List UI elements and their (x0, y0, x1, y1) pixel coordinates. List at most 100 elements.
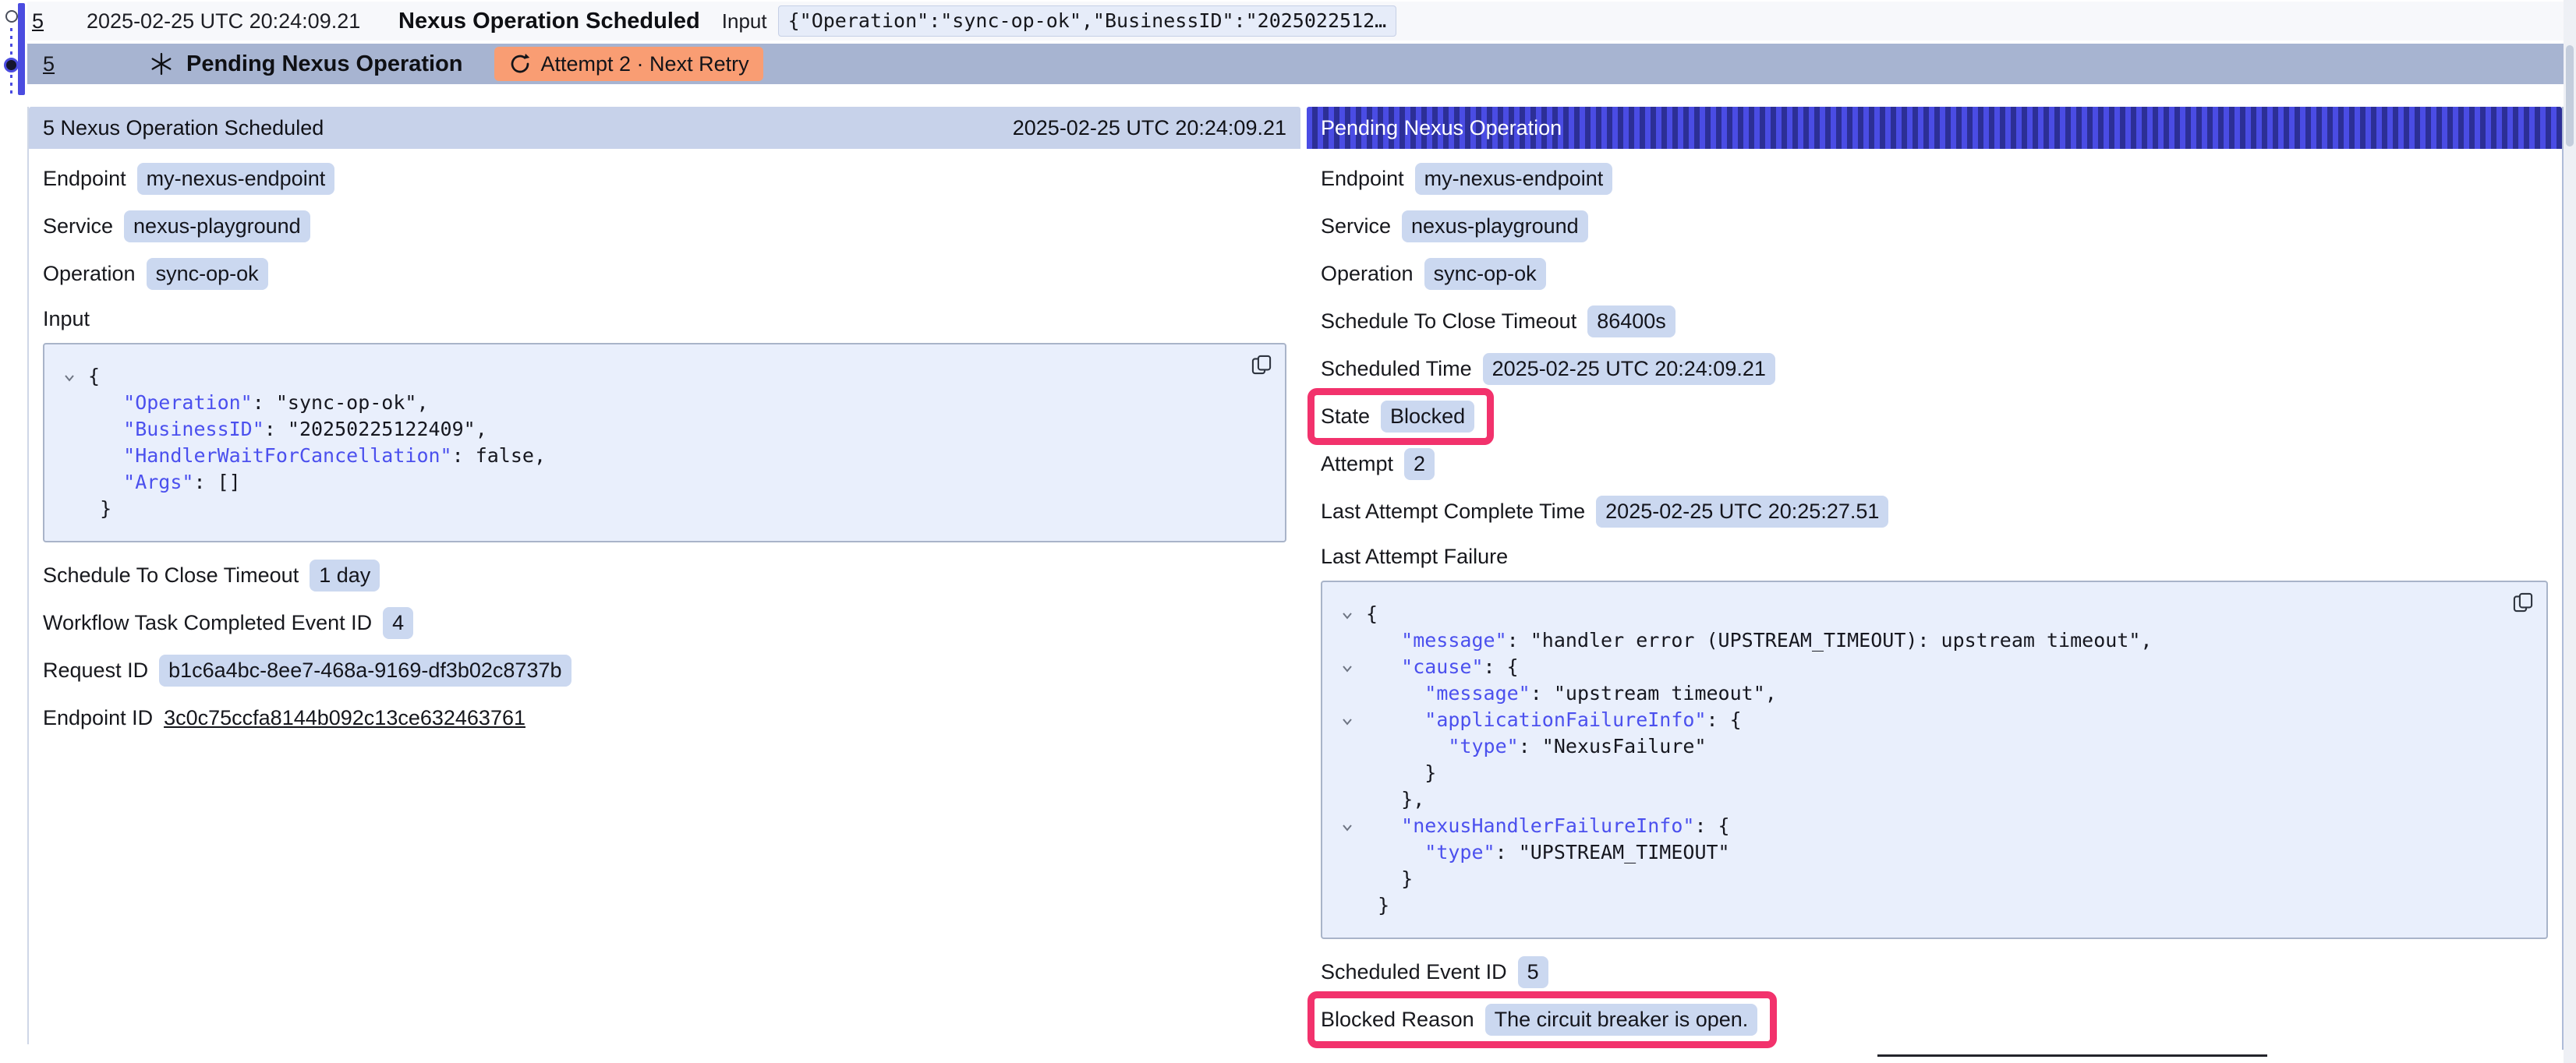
code-text: "Operation": "sync-op-ok", (88, 390, 429, 416)
field-row-workflow-task-completed-event-id: Workflow Task Completed Event ID4 (43, 607, 1286, 639)
code-line: "message": "upstream timeout", (1339, 680, 2529, 707)
timeline-node-circle-icon (5, 10, 18, 23)
code-line: "HandlerWaitForCancellation": false, (62, 443, 1268, 469)
code-text: "HandlerWaitForCancellation": false, (88, 443, 546, 469)
event-id-link[interactable]: 5 (32, 9, 66, 34)
field-content: Endpoint my-nexus-endpoint (1321, 163, 1612, 195)
field-value-chip: my-nexus-endpoint (1415, 163, 1613, 195)
code-gutter (1339, 760, 1366, 786)
code-line: "type": "NexusFailure" (1339, 733, 2529, 760)
copy-icon[interactable] (1251, 354, 1272, 376)
collapse-chevron-icon[interactable] (1339, 707, 1366, 733)
code-line: { (62, 363, 1268, 390)
input-label: Input (722, 9, 767, 34)
field-row-service: Servicenexus-playground (43, 210, 1286, 242)
field-content: Operationsync-op-ok (1321, 258, 1546, 290)
field-value-link[interactable]: 3c0c75ccfa8144b092c13ce632463761 (164, 706, 525, 730)
timeline-node-selected-icon (4, 58, 19, 72)
annotation-highlight-box: StateBlocked (1307, 388, 1494, 445)
field-row-scheduled-time: Scheduled Time2025-02-25 UTC 20:24:09.21 (1321, 353, 2548, 385)
collapse-chevron-icon[interactable] (1339, 654, 1366, 680)
field-content: Last Attempt Complete Time2025-02-25 UTC… (1321, 496, 1888, 528)
panel-timestamp: 2025-02-25 UTC 20:24:09.21 (1013, 116, 1286, 140)
field-content: Service nexus-playground (1321, 210, 1588, 242)
field-label: Service (43, 214, 113, 238)
field-value-chip: nexus-playground (1402, 210, 1588, 242)
code-gutter (62, 496, 88, 522)
field-row-operation: Operationsync-op-ok (1321, 258, 2548, 290)
field-list: Scheduled Event ID 5 Blocked Reason The cir… (1321, 956, 2548, 1036)
vertical-scrollbar[interactable] (2564, 0, 2576, 1063)
field-value-chip: 1 day (310, 560, 380, 592)
panel-title: Pending Nexus Operation (1321, 116, 1562, 140)
code-text: } (1366, 866, 1413, 892)
field-label: Scheduled Time (1321, 357, 1472, 381)
field-value-chip: 5 (1518, 956, 1548, 988)
code-text: } (88, 496, 111, 522)
field-content: Scheduled Event ID 5 (1321, 956, 1548, 988)
code-text: { (1366, 601, 1378, 627)
field-label: Endpoint (1321, 167, 1404, 191)
field-content: Endpoint ID3c0c75ccfa8144b092c13ce632463… (43, 706, 525, 730)
field-content: Operationsync-op-ok (43, 258, 268, 290)
field-value-chip: The circuit breaker is open. (1485, 1004, 1758, 1036)
event-timestamp: 2025-02-25 UTC 20:24:09.21 (87, 9, 398, 34)
field-row-state: StateBlocked (1321, 401, 2548, 433)
code-gutter (62, 443, 88, 469)
field-value-chip: my-nexus-endpoint (137, 163, 335, 195)
failure-json-viewer: { "message": "handler error (UPSTREAM_TI… (1321, 581, 2548, 939)
field-content: Servicenexus-playground (43, 210, 310, 242)
field-label: Schedule To Close Timeout (1321, 309, 1576, 334)
code-gutter (1339, 680, 1366, 707)
collapse-chevron-icon[interactable] (1339, 601, 1366, 627)
code-line: } (1339, 892, 2529, 919)
code-line: "message": "handler error (UPSTREAM_TIME… (1339, 627, 2529, 654)
code-text: "type": "UPSTREAM_TIMEOUT" (1366, 839, 1730, 866)
field-row-blocked-reason: Blocked Reason The circuit breaker is ope… (1321, 1004, 2548, 1036)
code-line: } (1339, 760, 2529, 786)
input-section-label: Input (43, 305, 1286, 332)
field-row-endpoint: Endpointmy-nexus-endpoint (43, 163, 1286, 195)
field-list: Endpointmy-nexus-endpoint Servicenexus-pl… (43, 163, 1286, 290)
code-line: } (1339, 866, 2529, 892)
field-value-chip: 2025-02-25 UTC 20:25:27.51 (1596, 496, 1888, 528)
field-label: Scheduled Event ID (1321, 960, 1507, 984)
field-content: Endpointmy-nexus-endpoint (43, 163, 334, 195)
event-row-pending-nexus-operation[interactable]: 5 Pending Nexus Operation Attempt 2 · Ne… (27, 44, 2564, 84)
event-id-link[interactable]: 5 (43, 52, 77, 76)
scrollbar-thumb[interactable] (2566, 45, 2574, 147)
copy-icon[interactable] (2512, 592, 2534, 613)
event-row-nexus-operation-scheduled[interactable]: 5 2025-02-25 UTC 20:24:09.21 Nexus Opera… (27, 2, 2564, 41)
field-label: Service (1321, 214, 1391, 238)
code-gutter (62, 416, 88, 443)
event-title: Nexus Operation Scheduled (398, 9, 700, 34)
field-content: Schedule To Close Timeout 1 day (43, 560, 380, 592)
code-text: "applicationFailureInfo": { (1366, 707, 1742, 733)
field-label: Operation (43, 262, 136, 286)
field-value-chip: 86400s (1587, 305, 1675, 337)
timeline-connector (10, 75, 12, 98)
field-label: State (1321, 404, 1370, 429)
bottom-divider (1877, 1054, 2267, 1057)
collapse-chevron-icon[interactable] (62, 363, 88, 390)
code-gutter (1339, 839, 1366, 866)
field-content: Scheduled Time2025-02-25 UTC 20:24:09.21 (1321, 353, 1775, 385)
field-row-service: Service nexus-playground (1321, 210, 2548, 242)
collapse-chevron-icon[interactable] (1339, 813, 1366, 839)
field-row-schedule-to-close-timeout: Schedule To Close Timeout 1 day (43, 560, 1286, 592)
field-content: Workflow Task Completed Event ID4 (43, 607, 413, 639)
field-value-chip: 2 (1404, 448, 1435, 480)
code-gutter (62, 469, 88, 496)
code-line: "Args": [] (62, 469, 1268, 496)
field-value-chip: 4 (383, 607, 413, 639)
field-row-endpoint-id: Endpoint ID3c0c75ccfa8144b092c13ce632463… (43, 702, 1286, 734)
field-label: Blocked Reason (1321, 1008, 1474, 1032)
field-row-attempt: Attempt2 (1321, 448, 2548, 480)
field-label: Request ID (43, 659, 148, 683)
annotation-highlight-box: Blocked Reason The circuit breaker is ope… (1307, 991, 1777, 1048)
code-gutter (1339, 892, 1366, 919)
field-label: Schedule To Close Timeout (43, 563, 299, 588)
field-row-operation: Operationsync-op-ok (43, 258, 1286, 290)
code-text: "cause": { (1366, 654, 1519, 680)
code-line: "nexusHandlerFailureInfo": { (1339, 813, 2529, 839)
